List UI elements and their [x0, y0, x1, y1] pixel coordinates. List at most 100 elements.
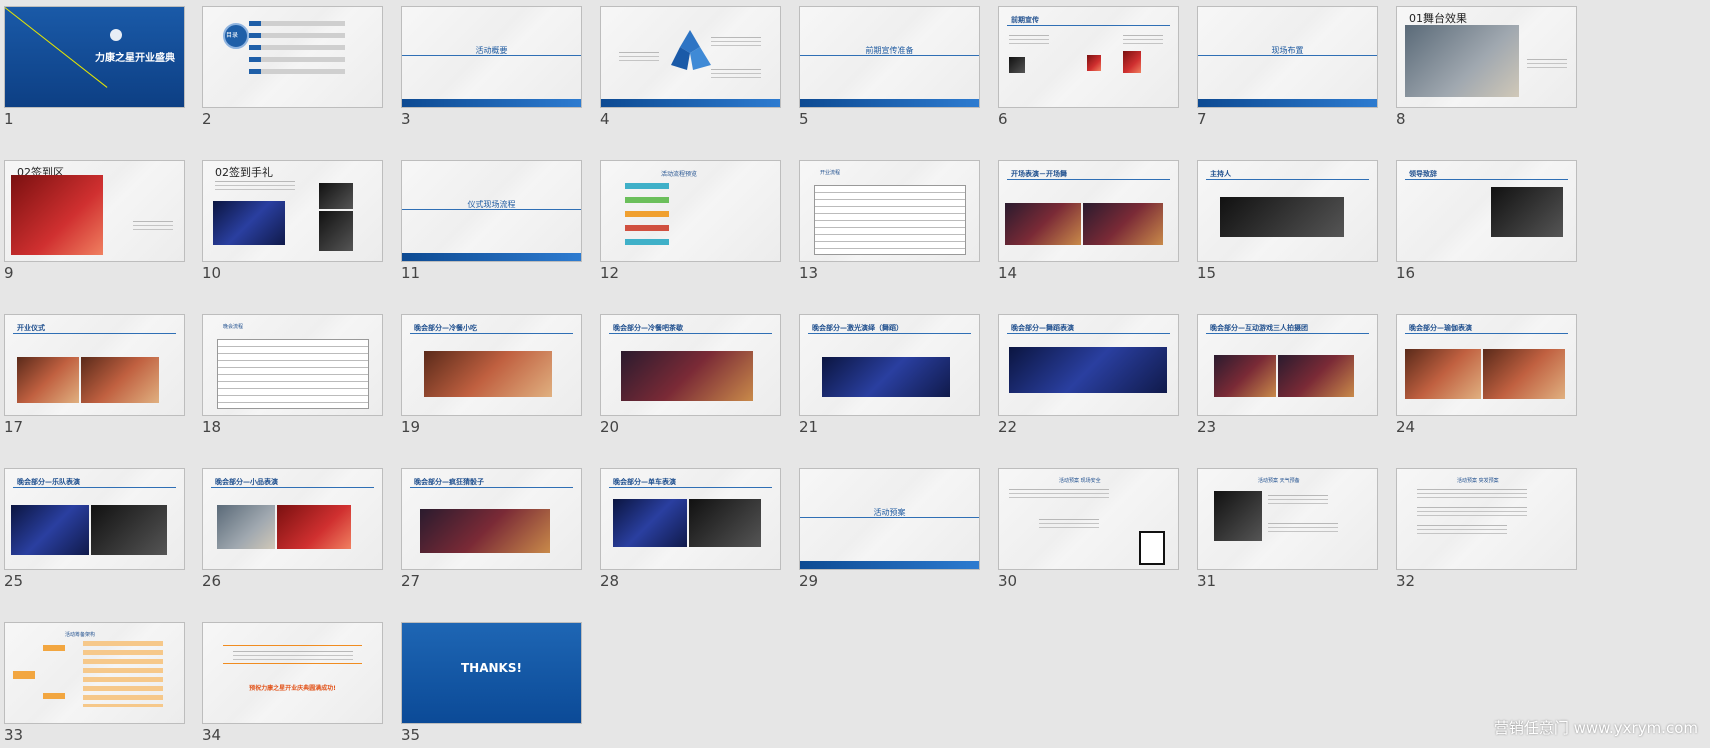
- slide-number: 33: [4, 726, 24, 744]
- slide-thumbnail[interactable]: 晚会部分—互动游戏三人拍摄团 23: [1193, 308, 1378, 436]
- heading-line: [410, 487, 573, 488]
- text-lines: [1417, 507, 1527, 508]
- slide-thumbnail[interactable]: 活动流程预览 12: [596, 154, 781, 282]
- slide-thumbnail[interactable]: 现场布置 7: [1193, 0, 1378, 128]
- slide-number: 8: [1396, 110, 1406, 128]
- heading-line: [808, 333, 971, 334]
- slide-thumbnail[interactable]: 前期宣传 6: [994, 0, 1179, 128]
- text-lines: [1417, 525, 1507, 526]
- slide-thumbnail[interactable]: 活动预案 天气预备 31: [1193, 462, 1378, 590]
- flow-step: [625, 225, 669, 231]
- toc-label: 目录: [226, 32, 239, 39]
- slide-heading: 活动流程预览: [661, 171, 698, 178]
- slide-thumbnail[interactable]: 力康之星开业盛典 1: [0, 0, 185, 128]
- slide-preview: 活动预案 突发预案: [1396, 468, 1577, 570]
- checkin-render-photo: [11, 175, 103, 255]
- slide-thumbnail[interactable]: 活动预案 29: [795, 462, 980, 590]
- thanks-text: THANKS!: [461, 661, 522, 675]
- umbrella-photo: [1214, 491, 1262, 541]
- photo: [1009, 57, 1025, 73]
- slide-number: 17: [4, 418, 24, 436]
- text-lines: [711, 37, 761, 38]
- slide-heading: 晚会部分—舞蹈表演: [1011, 324, 1074, 332]
- slide-heading: 主持人: [1210, 170, 1231, 178]
- slide-number: 12: [600, 264, 620, 282]
- text-lines: [215, 181, 295, 182]
- slide-thumbnail[interactable]: 晚会部分—冷餐吧茶歇 20: [596, 308, 781, 436]
- slide-thumbnail[interactable]: 02签到手礼 10: [198, 154, 383, 282]
- slide-thumbnail[interactable]: 主持人 15: [1193, 154, 1378, 282]
- slide-number: 7: [1197, 110, 1207, 128]
- flow-step: [625, 211, 669, 217]
- slide-thumbnail[interactable]: 开业仪式 17: [0, 308, 185, 436]
- slide-number: 22: [998, 418, 1018, 436]
- slide-sorter-grid: 力康之星开业盛典 1 目录 2 活动概要 3 4 前期宣传准备 5 前期宣传 6…: [0, 0, 1710, 748]
- slide-number: 35: [401, 726, 421, 744]
- bottom-band: [800, 561, 979, 569]
- slide-thumbnail[interactable]: 晚会部分—瑜伽表演 24: [1392, 308, 1577, 436]
- gift-photo: [213, 201, 285, 245]
- slide-thumbnail[interactable]: 晚会部分—激光演绎（舞蹈） 21: [795, 308, 980, 436]
- slide-number: 15: [1197, 264, 1217, 282]
- slide-thumbnail[interactable]: 预祝力康之星开业庆典圆满成功! 34: [198, 616, 383, 744]
- slide-thumbnail[interactable]: 活动筹备架构 33: [0, 616, 185, 744]
- photo: [1083, 203, 1163, 245]
- slide-thumbnail[interactable]: 前期宣传准备 5: [795, 0, 980, 128]
- slide-thumbnail[interactable]: 活动预案 突发预案 32: [1392, 462, 1577, 590]
- toc-item: [249, 69, 345, 74]
- slide-thumbnail[interactable]: 晚会部分—单车表演 28: [596, 462, 781, 590]
- slide-preview: 晚会部分—瑜伽表演: [1396, 314, 1577, 416]
- slide-preview: 前期宣传准备: [799, 6, 980, 108]
- slide-number: 3: [401, 110, 411, 128]
- slide-thumbnail[interactable]: THANKS! 35: [397, 616, 582, 744]
- slide-thumbnail[interactable]: 目录 2: [198, 0, 383, 128]
- slide-preview: 活动筹备架构: [4, 622, 185, 724]
- slide-thumbnail[interactable]: 晚会流程 18: [198, 308, 383, 436]
- slide-thumbnail[interactable]: 活动预案 现场安全 30: [994, 462, 1179, 590]
- slide-heading: 开场表演－开场舞: [1011, 170, 1067, 178]
- slide-thumbnail[interactable]: 晚会部分—舞蹈表演 22: [994, 308, 1179, 436]
- org-node: [13, 671, 35, 679]
- flow-step: [625, 239, 669, 245]
- slide-preview: 晚会部分—激光演绎（舞蹈）: [799, 314, 980, 416]
- text-lines: [711, 69, 761, 70]
- slide-thumbnail[interactable]: 仪式现场流程 11: [397, 154, 582, 282]
- slide-number: 19: [401, 418, 421, 436]
- slide-number: 20: [600, 418, 620, 436]
- slide-thumbnail[interactable]: 开场表演－开场舞 14: [994, 154, 1179, 282]
- slide-preview: 开业仪式: [4, 314, 185, 416]
- slide-preview: 晚会部分—乐队表演: [4, 468, 185, 570]
- slide-heading: 活动预案 现场安全: [1059, 478, 1101, 484]
- section-line: [800, 517, 979, 518]
- slide-thumbnail[interactable]: 开业流程 13: [795, 154, 980, 282]
- cover-diagonal-line: [5, 7, 108, 88]
- slide-preview: 仪式现场流程: [401, 160, 582, 262]
- photo: [822, 357, 950, 397]
- slide-thumbnail[interactable]: 4: [596, 0, 781, 128]
- heading-line: [1007, 179, 1170, 180]
- slide-thumbnail[interactable]: 晚会部分—疯狂猜骰子 27: [397, 462, 582, 590]
- slide-thumbnail[interactable]: 02签到区 9: [0, 154, 185, 282]
- slide-number: 10: [202, 264, 222, 282]
- slide-thumbnail[interactable]: 领导致辞 16: [1392, 154, 1577, 282]
- slide-number: 30: [998, 572, 1018, 590]
- schedule-table: [814, 185, 966, 255]
- photo: [1087, 55, 1101, 71]
- slide-number: 18: [202, 418, 222, 436]
- slide-thumbnail[interactable]: 晚会部分—冷餐小吃 19: [397, 308, 582, 436]
- slide-preview: 晚会部分—舞蹈表演: [998, 314, 1179, 416]
- text-lines: [1417, 489, 1527, 490]
- stage-render-photo: [1405, 25, 1519, 97]
- slide-preview: 活动预案: [799, 468, 980, 570]
- heading-line: [13, 333, 176, 334]
- slide-number: 23: [1197, 418, 1217, 436]
- slide-thumbnail[interactable]: 晚会部分—乐队表演 25: [0, 462, 185, 590]
- schedule-table: [217, 339, 369, 409]
- org-node: [43, 693, 65, 699]
- slide-thumbnail[interactable]: 晚会部分—小品表演 26: [198, 462, 383, 590]
- slide-thumbnail[interactable]: 活动概要 3: [397, 0, 582, 128]
- slide-heading: 晚会部分—互动游戏三人拍摄团: [1210, 324, 1308, 332]
- slide-thumbnail[interactable]: 01舞台效果 8: [1392, 0, 1577, 128]
- slide-heading: 开业流程: [820, 170, 841, 176]
- slide-preview: 活动预案 现场安全: [998, 468, 1179, 570]
